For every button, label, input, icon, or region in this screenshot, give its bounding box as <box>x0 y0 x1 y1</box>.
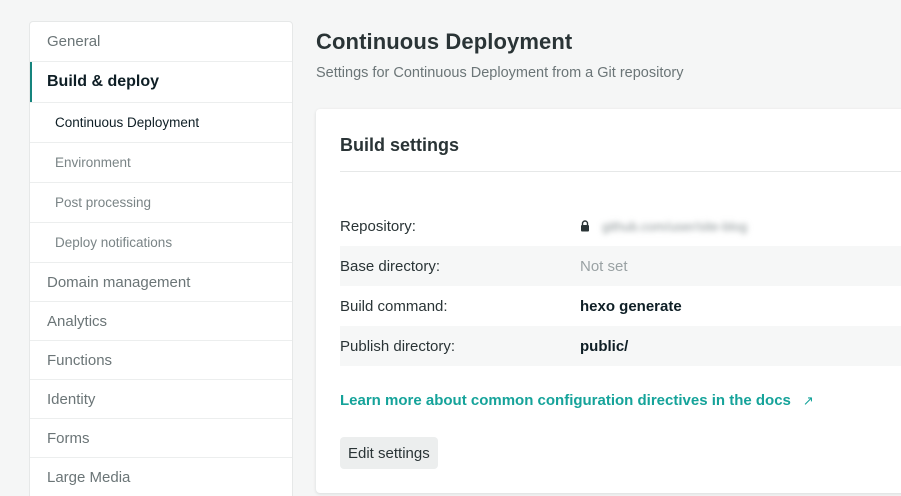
sidebar-item-domain-management[interactable]: Domain management <box>30 263 292 302</box>
card-divider <box>340 171 901 172</box>
sidebar-item-build-deploy[interactable]: Build & deploy <box>30 62 292 103</box>
publish-directory-label: Publish directory: <box>340 337 456 355</box>
sidebar-subitem-post-processing[interactable]: Post processing <box>30 183 292 223</box>
edit-settings-button[interactable]: Edit settings <box>340 437 438 469</box>
app-root: General Build & deploy Continuous Deploy… <box>0 0 901 496</box>
repository-url[interactable]: github.com/user/site-blog <box>602 219 747 234</box>
sidebar-subitem-deploy-notifications[interactable]: Deploy notifications <box>30 223 292 263</box>
external-link-icon: ↗ <box>802 392 814 408</box>
sidebar-item-functions[interactable]: Functions <box>30 341 292 380</box>
build-command-row: Build command: hexo generate <box>340 286 901 326</box>
sidebar-item-analytics[interactable]: Analytics <box>30 302 292 341</box>
lock-icon <box>581 220 589 232</box>
base-directory-row: Base directory: Not set <box>340 246 901 286</box>
docs-link[interactable]: Learn more about common configuration di… <box>340 392 814 409</box>
docs-link-label: Learn more about common configuration di… <box>340 392 791 409</box>
card-title: Build settings <box>340 135 460 155</box>
settings-sidebar: General Build & deploy Continuous Deploy… <box>29 21 293 496</box>
sidebar-item-general[interactable]: General <box>30 22 292 62</box>
repository-label: Repository: <box>340 217 416 235</box>
repository-value[interactable]: github.com/user/site-blog <box>580 219 747 234</box>
repository-row: Repository: github.com/user/site-blog <box>340 206 901 246</box>
page-title: Continuous Deployment <box>316 29 573 54</box>
sidebar-subitem-environment[interactable]: Environment <box>30 143 292 183</box>
base-directory-value: Not set <box>580 257 628 275</box>
publish-directory-row: Publish directory: public/ <box>340 326 901 366</box>
page-subtitle: Settings for Continuous Deployment from … <box>316 65 684 81</box>
build-settings-card: Build settings Repository: github.com/us… <box>316 109 901 493</box>
sidebar-subitem-continuous-deployment[interactable]: Continuous Deployment <box>30 103 292 143</box>
build-command-label: Build command: <box>340 297 448 315</box>
build-command-value: hexo generate <box>580 297 682 315</box>
sidebar-item-identity[interactable]: Identity <box>30 380 292 419</box>
sidebar-item-large-media[interactable]: Large Media <box>30 458 292 496</box>
publish-directory-value: public/ <box>580 337 629 355</box>
base-directory-label: Base directory: <box>340 257 441 275</box>
sidebar-item-forms[interactable]: Forms <box>30 419 292 458</box>
